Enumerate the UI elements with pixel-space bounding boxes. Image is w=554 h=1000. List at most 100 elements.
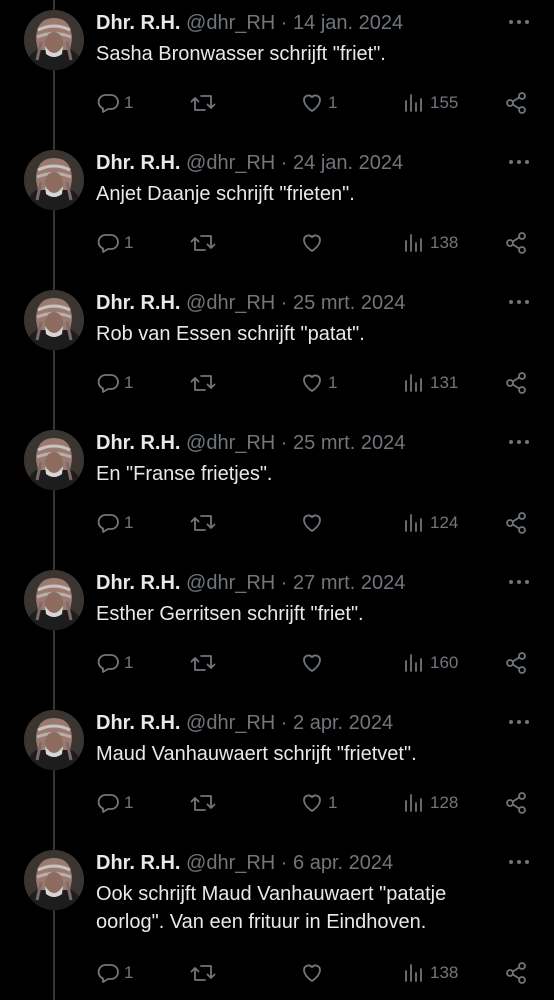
tweet-date[interactable]: 14 jan. 2024 — [293, 12, 403, 34]
more-icon[interactable] — [506, 852, 532, 872]
author-handle[interactable]: @dhr_RH — [186, 432, 275, 454]
retweet-button[interactable] — [190, 788, 220, 818]
reply-button[interactable]: 1 — [96, 648, 133, 678]
author-name[interactable]: Dhr. R.H. — [96, 852, 180, 874]
author-handle[interactable]: @dhr_RH — [186, 712, 275, 734]
avatar[interactable] — [24, 710, 84, 770]
reply-button[interactable]: 1 — [96, 88, 133, 118]
retweet-button[interactable] — [190, 228, 220, 258]
views-button[interactable]: 131 — [402, 368, 458, 398]
author-name[interactable]: Dhr. R.H. — [96, 712, 180, 734]
share-button[interactable] — [504, 508, 528, 538]
tweet-text-line: Sasha Bronwasser schrijft "friet". — [96, 43, 386, 65]
author-name[interactable]: Dhr. R.H. — [96, 292, 180, 314]
author-name[interactable]: Dhr. R.H. — [96, 432, 180, 454]
author-handle[interactable]: @dhr_RH — [186, 12, 275, 34]
avatar[interactable] — [24, 570, 84, 630]
like-button[interactable] — [300, 228, 328, 258]
author-handle[interactable]: @dhr_RH — [186, 852, 275, 874]
tweet-text: Esther Gerritsen schrijft "friet". — [96, 600, 536, 628]
author-name[interactable]: Dhr. R.H. — [96, 152, 180, 174]
share-button[interactable] — [504, 228, 528, 258]
separator: · — [280, 292, 288, 314]
reply-icon — [96, 511, 120, 535]
like-button[interactable] — [300, 648, 328, 678]
more-icon[interactable] — [506, 12, 532, 32]
like-count: 1 — [328, 793, 338, 812]
heart-icon — [300, 961, 324, 985]
share-button[interactable] — [504, 648, 528, 678]
author-handle[interactable]: @dhr_RH — [186, 292, 275, 314]
like-button[interactable]: 1 — [300, 88, 337, 118]
views-icon — [402, 511, 426, 535]
tweet-date[interactable]: 25 mrt. 2024 — [293, 292, 405, 314]
tweet[interactable]: Dhr. R.H. @dhr_RH · 2 apr. 2024 Maud Van… — [0, 700, 554, 840]
author-handle[interactable]: @dhr_RH — [186, 572, 275, 594]
retweet-button[interactable] — [190, 88, 220, 118]
views-button[interactable]: 155 — [402, 88, 458, 118]
more-icon[interactable] — [506, 292, 532, 312]
tweet-text-line: Maud Vanhauwaert schrijft "frietvet". — [96, 743, 417, 765]
heart-icon — [300, 791, 324, 815]
share-button[interactable] — [504, 368, 528, 398]
author-handle[interactable]: @dhr_RH — [186, 152, 275, 174]
reply-icon — [96, 791, 120, 815]
avatar[interactable] — [24, 10, 84, 70]
more-icon[interactable] — [506, 152, 532, 172]
avatar[interactable] — [24, 850, 84, 910]
reply-button[interactable]: 1 — [96, 508, 133, 538]
share-button[interactable] — [504, 958, 528, 988]
reply-count: 1 — [124, 653, 134, 672]
author-name[interactable]: Dhr. R.H. — [96, 572, 180, 594]
retweet-icon — [190, 511, 216, 535]
more-icon[interactable] — [506, 432, 532, 452]
reply-button[interactable]: 1 — [96, 958, 133, 988]
reply-button[interactable]: 1 — [96, 788, 133, 818]
retweet-button[interactable] — [190, 368, 220, 398]
retweet-icon — [190, 371, 216, 395]
views-button[interactable]: 138 — [402, 228, 458, 258]
retweet-button[interactable] — [190, 958, 220, 988]
avatar[interactable] — [24, 430, 84, 490]
like-button[interactable] — [300, 508, 328, 538]
author-name[interactable]: Dhr. R.H. — [96, 12, 180, 34]
retweet-button[interactable] — [190, 648, 220, 678]
tweet[interactable]: Dhr. R.H. @dhr_RH · 6 apr. 2024 Ook schr… — [0, 840, 554, 984]
tweet-date[interactable]: 6 apr. 2024 — [293, 852, 393, 874]
reply-count: 1 — [124, 963, 134, 982]
avatar[interactable] — [24, 150, 84, 210]
like-button[interactable]: 1 — [300, 788, 337, 818]
views-button[interactable]: 138 — [402, 958, 458, 988]
tweet[interactable]: Dhr. R.H. @dhr_RH · 25 mrt. 2024 Rob van… — [0, 280, 554, 420]
share-button[interactable] — [504, 788, 528, 818]
views-button[interactable]: 160 — [402, 648, 458, 678]
avatar[interactable] — [24, 290, 84, 350]
tweet-date[interactable]: 25 mrt. 2024 — [293, 432, 405, 454]
tweet-header: Dhr. R.H. @dhr_RH · 6 apr. 2024 — [96, 850, 393, 876]
retweet-icon — [190, 651, 216, 675]
more-icon[interactable] — [506, 712, 532, 732]
views-button[interactable]: 128 — [402, 788, 458, 818]
tweet[interactable]: Dhr. R.H. @dhr_RH · 24 jan. 2024 Anjet D… — [0, 140, 554, 280]
more-icon[interactable] — [506, 572, 532, 592]
tweet[interactable]: Dhr. R.H. @dhr_RH · 14 jan. 2024 Sasha B… — [0, 0, 554, 140]
tweet-header: Dhr. R.H. @dhr_RH · 2 apr. 2024 — [96, 710, 393, 736]
tweet-text-line: Ook schrijft Maud Vanhauwaert "patatje — [96, 883, 447, 905]
views-button[interactable]: 124 — [402, 508, 458, 538]
share-button[interactable] — [504, 88, 528, 118]
tweet[interactable]: Dhr. R.H. @dhr_RH · 27 mrt. 2024 Esther … — [0, 560, 554, 700]
retweet-button[interactable] — [190, 508, 220, 538]
tweet[interactable]: Dhr. R.H. @dhr_RH · 25 mrt. 2024 En "Fra… — [0, 420, 554, 560]
reply-button[interactable]: 1 — [96, 368, 133, 398]
tweet-date[interactable]: 24 jan. 2024 — [293, 152, 403, 174]
tweet-date[interactable]: 2 apr. 2024 — [293, 712, 393, 734]
tweet-header: Dhr. R.H. @dhr_RH · 27 mrt. 2024 — [96, 570, 405, 596]
like-button[interactable] — [300, 958, 328, 988]
tweet-date[interactable]: 27 mrt. 2024 — [293, 572, 405, 594]
like-button[interactable]: 1 — [300, 368, 337, 398]
reply-button[interactable]: 1 — [96, 228, 133, 258]
tweet-text: Ook schrijft Maud Vanhauwaert "patatje oo… — [96, 880, 536, 936]
reply-count: 1 — [124, 793, 134, 812]
tweet-header: Dhr. R.H. @dhr_RH · 25 mrt. 2024 — [96, 290, 405, 316]
separator: · — [280, 12, 288, 34]
